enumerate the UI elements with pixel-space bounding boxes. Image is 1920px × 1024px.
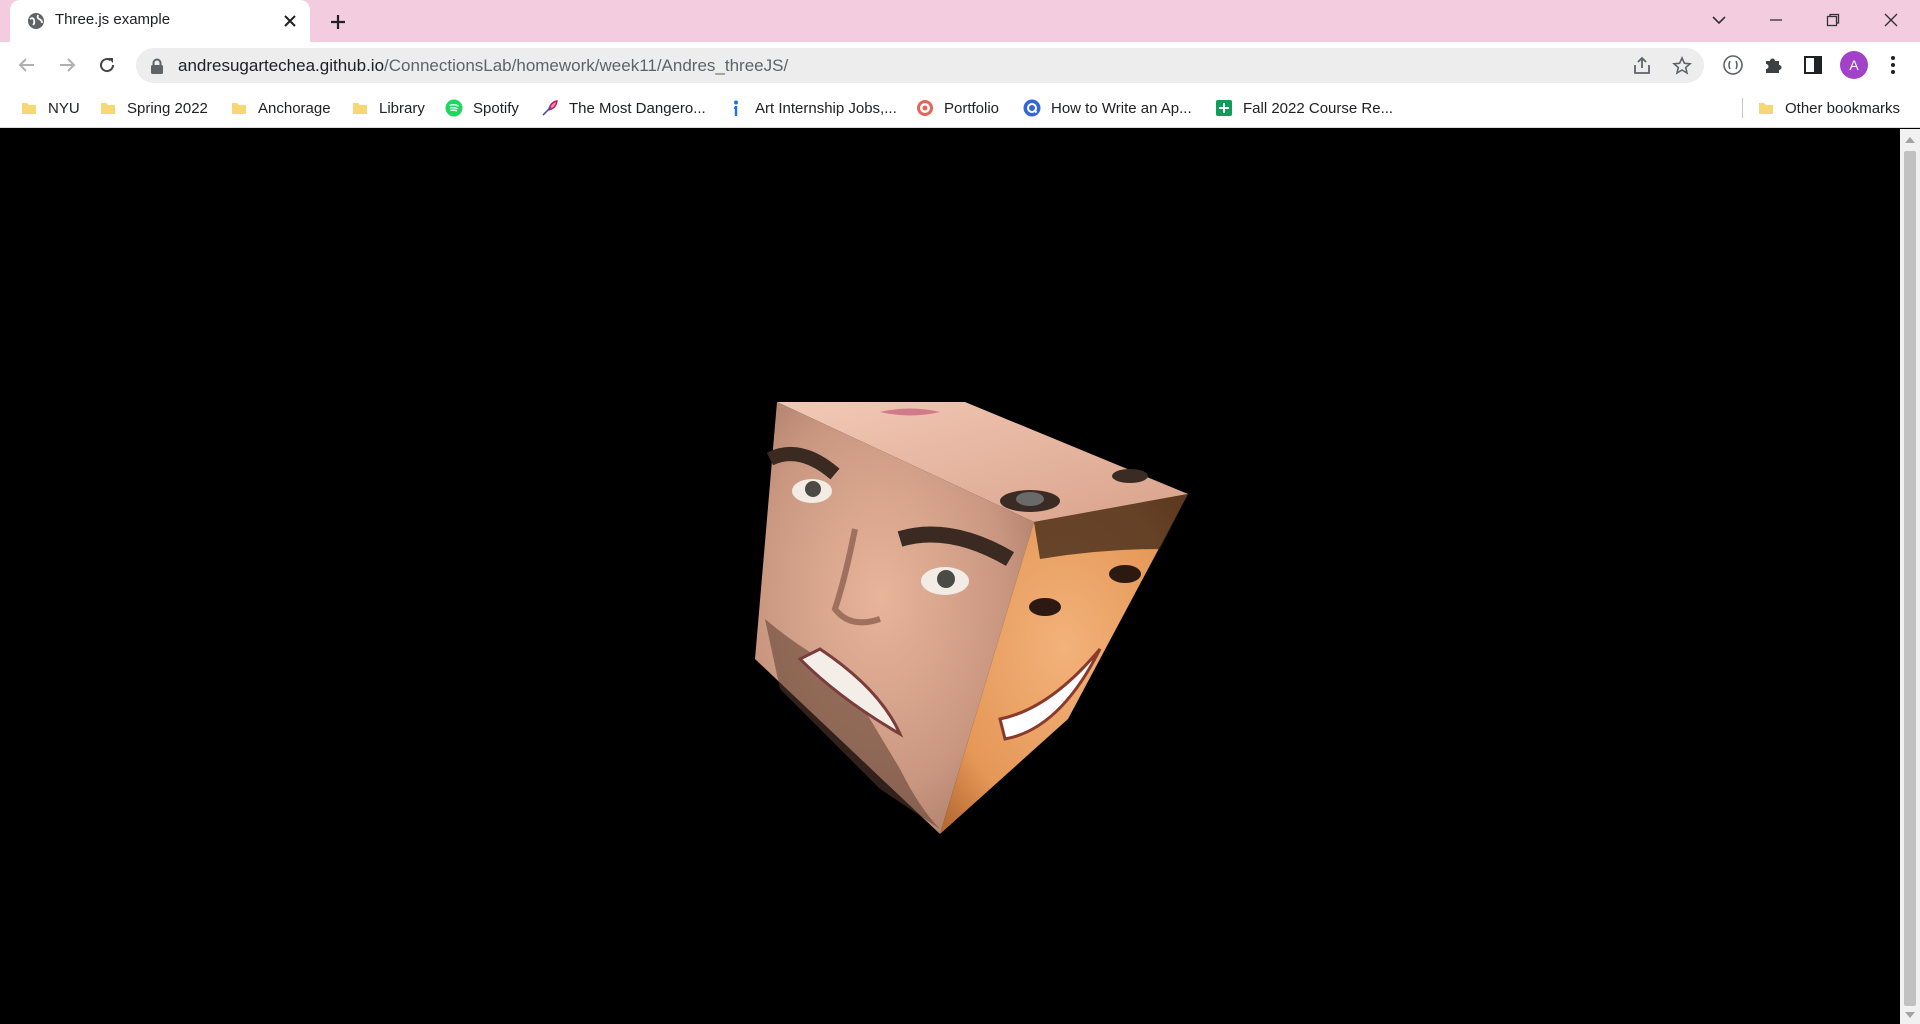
face-eye (1016, 492, 1044, 506)
scrollbar-thumb[interactable] (1904, 151, 1916, 1006)
quill-icon (542, 100, 558, 116)
bookmark-label: Portfolio (944, 99, 1000, 117)
bookmark-label: NYU (48, 99, 80, 117)
bookmark-label: Anchorage (258, 99, 331, 117)
bookmark-anchorage[interactable]: Anchorage (230, 96, 331, 120)
folder-icon (232, 103, 246, 114)
restore-icon[interactable] (1819, 6, 1847, 34)
scroll-down-arrow-icon[interactable] (1905, 1012, 1915, 1018)
scroll-up-arrow-icon[interactable] (1905, 137, 1915, 143)
tab-title: Three.js example (55, 11, 171, 28)
address-bar[interactable]: andresugartechea.github.io/ConnectionsLa… (136, 48, 1704, 83)
profile-avatar[interactable]: A (1840, 51, 1868, 79)
bookmarks-bar: NYU Spring 2022 Anchorage Library Spotif… (0, 88, 1920, 128)
tab-search-icon[interactable] (1705, 6, 1733, 34)
folder-icon (353, 103, 367, 114)
forward-button[interactable] (53, 51, 81, 79)
bookmark-label: Fall 2022 Course Re... (1243, 99, 1394, 117)
page-content (0, 129, 1900, 1024)
lock-icon[interactable] (150, 58, 164, 74)
minimize-icon[interactable] (1762, 6, 1790, 34)
bookmark-spotify[interactable]: Spotify (445, 96, 519, 120)
bookmark-art-internship[interactable]: Art Internship Jobs,... (727, 96, 897, 120)
q-icon (1023, 99, 1041, 117)
bookmark-label: Spotify (473, 99, 519, 117)
extensions-puzzle-icon[interactable] (1760, 52, 1786, 78)
spotify-icon (445, 99, 463, 117)
face-eye (1029, 598, 1061, 616)
page-scrollbar[interactable] (1900, 129, 1920, 1024)
bookmarks-divider (1742, 98, 1743, 118)
reload-button[interactable] (93, 51, 121, 79)
bookmark-most-dangerous[interactable]: The Most Dangero... (541, 96, 706, 120)
other-bookmarks[interactable]: Other bookmarks (1757, 96, 1900, 120)
target-icon (917, 100, 933, 116)
extension-icon[interactable] (1720, 52, 1746, 78)
other-bookmarks-label: Other bookmarks (1785, 99, 1901, 117)
sheets-icon (1216, 100, 1232, 116)
star-icon[interactable] (1670, 54, 1694, 78)
bookmark-library[interactable]: Library (351, 96, 425, 120)
close-icon[interactable] (280, 11, 300, 31)
active-tab[interactable]: Three.js example (10, 0, 310, 42)
tab-strip: Three.js example (0, 0, 1920, 42)
bookmark-portfolio[interactable]: Portfolio (916, 96, 999, 120)
url-path: /ConnectionsLab/homework/week11/Andres_t… (384, 56, 789, 75)
face-eye (937, 570, 955, 588)
new-tab-button[interactable] (326, 10, 350, 34)
face-eye (1112, 469, 1148, 483)
bookmark-how-to-write[interactable]: How to Write an Ap... (1023, 96, 1192, 120)
bookmark-spring-2022[interactable]: Spring 2022 (99, 96, 208, 120)
menu-kebab-icon[interactable] (1880, 52, 1906, 78)
folder-icon (101, 103, 115, 114)
bookmark-label: Art Internship Jobs,... (755, 99, 897, 117)
folder-icon (22, 103, 36, 114)
folder-icon (1759, 103, 1773, 114)
share-icon[interactable] (1630, 54, 1654, 78)
info-pin-icon (734, 100, 738, 116)
bookmark-nyu[interactable]: NYU (20, 96, 80, 120)
face-eye (805, 481, 821, 497)
back-button[interactable] (13, 51, 41, 79)
close-window-icon[interactable] (1877, 6, 1905, 34)
globe-icon (26, 11, 46, 31)
threejs-canvas[interactable] (0, 129, 1900, 1024)
bookmark-fall-2022[interactable]: Fall 2022 Course Re... (1215, 96, 1393, 120)
bookmark-label: How to Write an Ap... (1051, 99, 1192, 117)
url-text[interactable]: andresugartechea.github.io/ConnectionsLa… (178, 56, 788, 76)
browser-toolbar: andresugartechea.github.io/ConnectionsLa… (0, 42, 1920, 88)
textured-cube (755, 402, 1188, 834)
face-eye (1109, 565, 1141, 583)
url-host: andresugartechea.github.io (178, 56, 385, 75)
side-panel-icon[interactable] (1800, 52, 1826, 78)
bookmark-label: The Most Dangero... (569, 99, 706, 117)
bookmark-label: Library (379, 99, 425, 117)
bookmark-label: Spring 2022 (127, 99, 208, 117)
